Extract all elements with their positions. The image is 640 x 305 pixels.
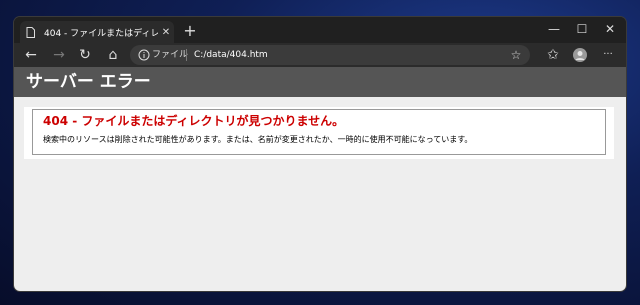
tab-close-icon[interactable]: ✕ — [158, 27, 174, 38]
forward-button[interactable]: → — [48, 45, 70, 65]
error-fieldset: 404 - ファイルまたはディレクトリが見つかりません。 検索中のリソースは削除… — [32, 109, 606, 155]
minimize-button[interactable]: — — [540, 17, 568, 43]
tab-active[interactable]: 404 - ファイルまたはディレクトリが見つ ✕ — [20, 21, 174, 43]
maximize-button[interactable]: ☐ — [568, 17, 596, 43]
browser-window: 404 - ファイルまたはディレクトリが見つ ✕ + — ☐ ✕ ← → ↻ ⌂… — [14, 17, 626, 291]
error-panel: 404 - ファイルまたはディレクトリが見つかりません。 検索中のリソースは削除… — [24, 107, 614, 159]
refresh-button[interactable]: ↻ — [74, 45, 96, 65]
page-header: サーバー エラー — [14, 67, 626, 97]
error-message: 検索中のリソースは削除された可能性があります。または、名前が変更されたか、一時的… — [43, 135, 473, 144]
more-menu-button[interactable]: ··· — [597, 45, 619, 65]
document-icon — [26, 26, 42, 38]
toolbar: ← → ↻ ⌂ ファイル C:/data/404.htm ☆ ✩ ··· — [14, 43, 626, 67]
home-button[interactable]: ⌂ — [102, 45, 124, 65]
error-title: 404 - ファイルまたはディレクトリが見つかりません。 — [43, 114, 345, 128]
divider — [186, 49, 187, 61]
profile-avatar[interactable] — [569, 45, 591, 65]
scheme-label: ファイル — [152, 50, 189, 60]
address-bar[interactable]: ファイル C:/data/404.htm ☆ — [130, 45, 530, 65]
url-text[interactable]: C:/data/404.htm — [194, 45, 268, 65]
back-button[interactable]: ← — [20, 45, 42, 65]
close-window-button[interactable]: ✕ — [596, 17, 624, 43]
new-tab-button[interactable]: + — [180, 21, 200, 41]
info-icon[interactable] — [138, 49, 150, 61]
favorites-icon[interactable]: ✩ — [542, 45, 564, 65]
page-content: サーバー エラー 404 - ファイルまたはディレクトリが見つかりません。 検索… — [14, 67, 626, 291]
tab-title: 404 - ファイルまたはディレクトリが見つ — [44, 28, 158, 39]
tab-strip: 404 - ファイルまたはディレクトリが見つ ✕ + — ☐ ✕ — [14, 17, 626, 43]
add-favorite-icon[interactable]: ☆ — [508, 47, 524, 63]
